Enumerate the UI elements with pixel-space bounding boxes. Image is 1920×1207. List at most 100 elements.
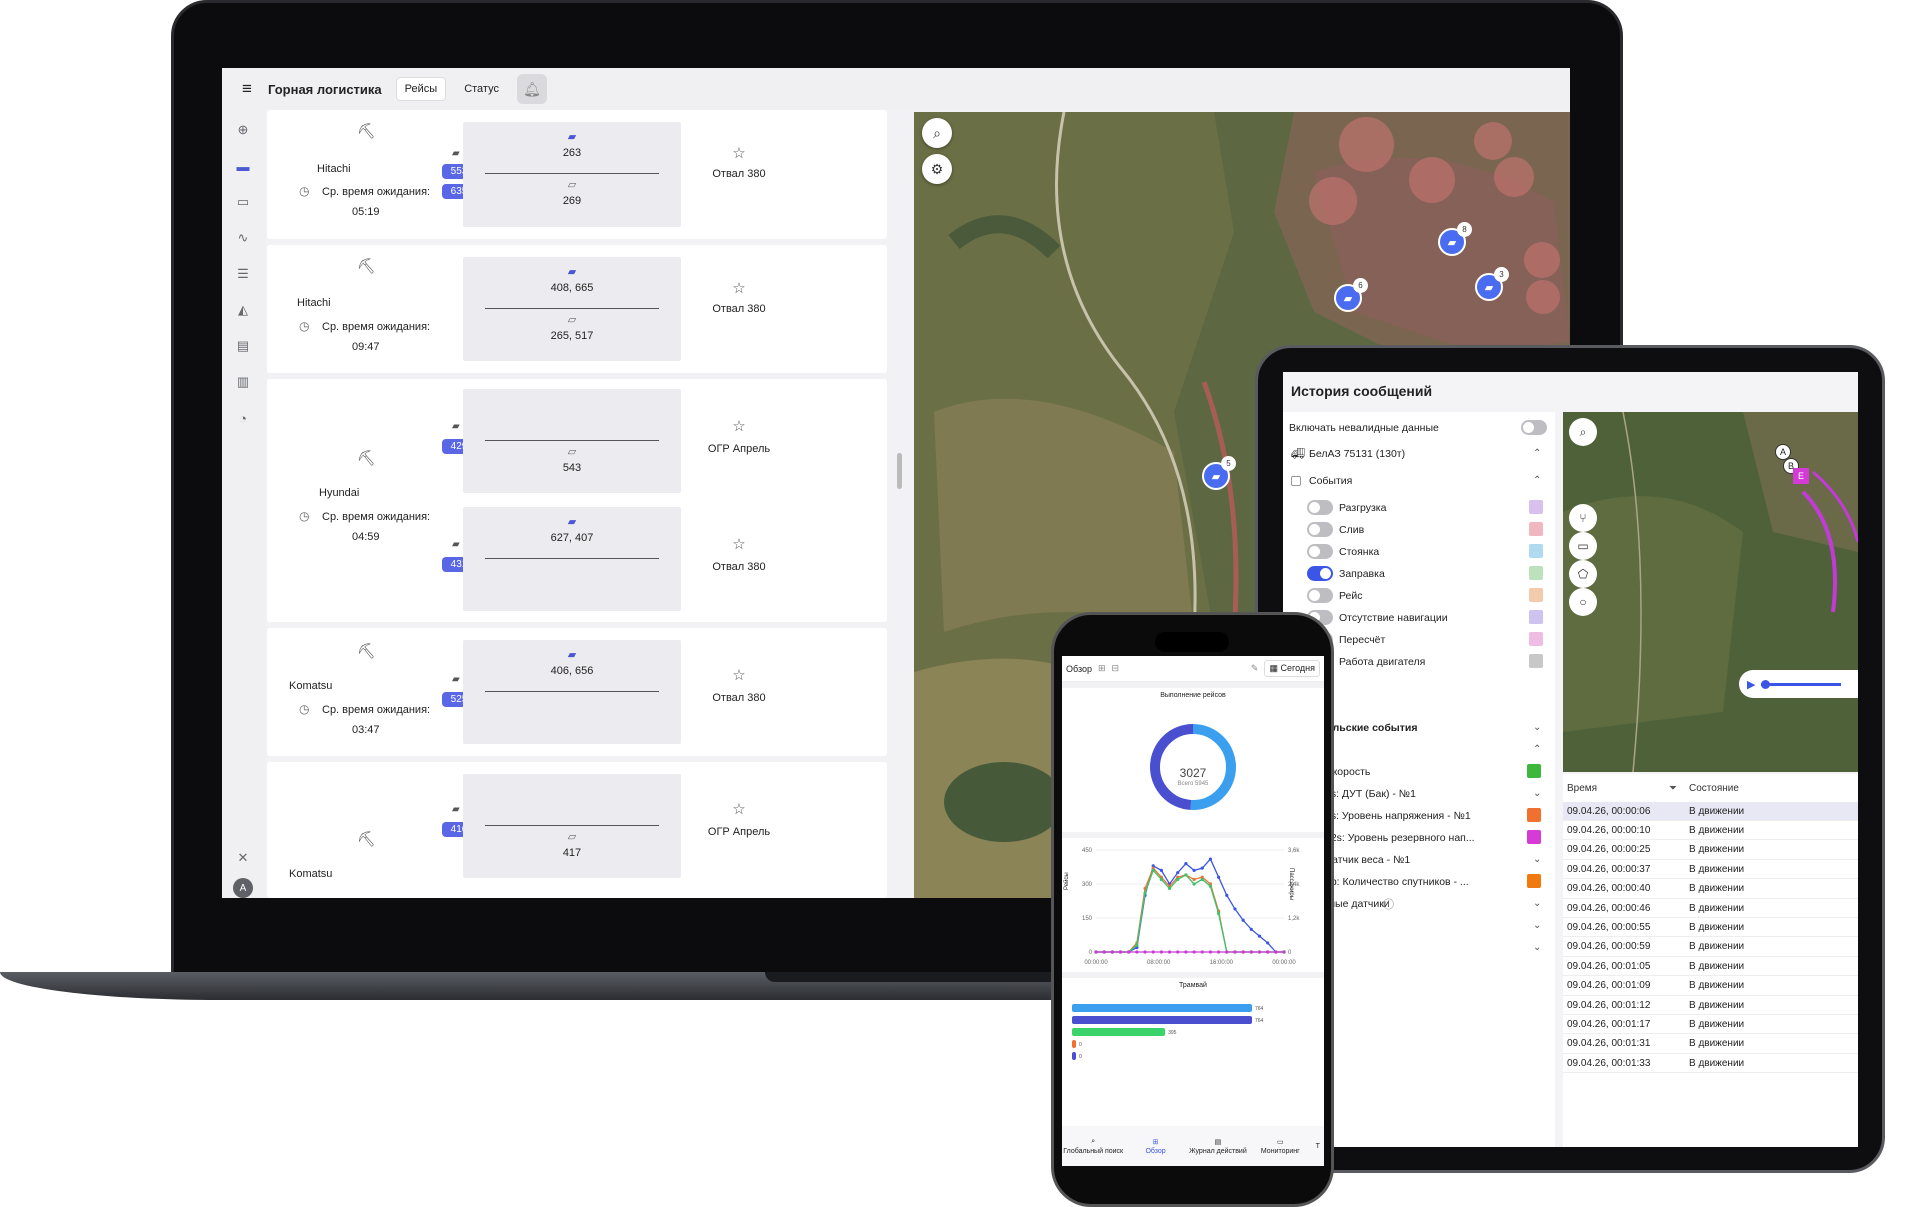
vehicle-marker[interactable]: ▰ 5 <box>1202 456 1236 490</box>
vehicle-marker[interactable]: ▰ 6 <box>1334 278 1368 312</box>
event-color-swatch[interactable] <box>1529 654 1543 668</box>
monitor-icon[interactable]: ▭ <box>233 192 253 212</box>
event-toggle[interactable] <box>1307 500 1333 515</box>
star-icon[interactable]: ☆ <box>729 666 749 684</box>
tab-trips[interactable]: Рейсы <box>395 77 447 101</box>
event-toggle[interactable] <box>1307 566 1333 581</box>
route-icon[interactable]: ∿ <box>233 228 253 248</box>
chevron-up-icon[interactable]: ⌃ <box>1533 448 1541 459</box>
polygon-tool-icon[interactable]: ⬠ <box>1569 560 1597 588</box>
nav-global-search[interactable]: ⌕ Глобальный поиск <box>1062 1126 1124 1166</box>
panel-resize-handle[interactable] <box>897 453 902 489</box>
nav-overview[interactable]: ⊞ Обзор <box>1124 1126 1186 1166</box>
nav-action-log[interactable]: ▤ Журнал действий <box>1187 1126 1249 1166</box>
event-color-swatch[interactable] <box>1529 632 1543 646</box>
star-icon[interactable]: ☆ <box>729 800 749 818</box>
events-checkbox[interactable] <box>1291 475 1301 486</box>
map-view-icon[interactable]: ⊟ <box>1112 663 1120 674</box>
truck-icon[interactable]: ▬ <box>233 156 253 176</box>
nav-more[interactable]: Т <box>1312 1126 1324 1166</box>
tablet-map[interactable]: ⌕ ⑂ ▭ ⬠ ○ A B E ▶ <box>1563 412 1858 772</box>
speedometer-icon[interactable]: ◔ <box>233 408 253 428</box>
chevron-down-icon[interactable]: ⌄ <box>1533 942 1541 953</box>
chevron-down-icon[interactable]: ⌄ <box>1533 898 1541 909</box>
event-color-swatch[interactable] <box>1529 588 1543 602</box>
table-row[interactable]: 09.04.26, 00:01:17 В движении <box>1563 1015 1858 1035</box>
date-picker[interactable]: ▦ Сегодня <box>1264 660 1320 677</box>
excavator-card[interactable]: ⛏ Komatsu ▰ 416 ▱ 417 ☆ ОГР Апрель <box>267 762 887 898</box>
table-row[interactable]: 09.04.26, 00:00:25 В движении <box>1563 841 1858 860</box>
events-group-row[interactable]: События ⌃ <box>1283 467 1555 494</box>
filter-icon[interactable]: ⏷ <box>1669 774 1677 802</box>
playback-control[interactable]: ▶ <box>1739 670 1858 698</box>
sensor-color-swatch[interactable] <box>1527 764 1541 778</box>
vehicle-marker[interactable]: ▰ 3 <box>1475 267 1509 301</box>
invalid-data-toggle[interactable] <box>1521 420 1547 435</box>
tab-overview[interactable]: Обзор <box>1066 664 1092 674</box>
event-color-swatch[interactable] <box>1529 544 1543 558</box>
star-icon[interactable]: ☆ <box>729 279 749 297</box>
map-search-icon[interactable]: ⌕ <box>1569 418 1597 446</box>
circle-tool-icon[interactable]: ○ <box>1569 588 1597 616</box>
menu-icon[interactable]: ≡ <box>236 79 258 99</box>
point-e-marker[interactable]: E <box>1793 468 1809 484</box>
vehicle-marker[interactable]: ▰ 8 <box>1438 222 1472 256</box>
avatar[interactable]: A <box>233 878 253 898</box>
chevron-down-icon[interactable]: ⌄ <box>1533 788 1541 799</box>
help-icon[interactable]: ⓘ <box>1383 896 1394 912</box>
star-icon[interactable]: ☆ <box>729 417 749 435</box>
sensor-color-swatch[interactable] <box>1527 874 1541 888</box>
play-icon[interactable]: ▶ <box>1747 678 1755 691</box>
table-row[interactable]: 09.04.26, 00:00:37 В движении <box>1563 860 1858 880</box>
map-settings-gear-icon[interactable]: ⚙ <box>922 154 952 184</box>
table-row[interactable]: 09.04.26, 00:00:06 В движении <box>1563 802 1858 821</box>
table-row[interactable]: 09.04.26, 00:01:31 В движении <box>1563 1035 1858 1054</box>
chevron-down-icon[interactable]: ⌄ <box>1533 920 1541 931</box>
sensor-color-swatch[interactable] <box>1527 808 1541 822</box>
excavator-card[interactable]: ⛏ Hyundai ◷ Ср. время ожидания: 04:59 ▰ … <box>267 379 887 622</box>
excavator-card[interactable]: ⛏ Komatsu ◷ Ср. время ожидания: 03:47 ▰ … <box>267 628 887 756</box>
nav-monitoring[interactable]: ▭ Мониторинг <box>1249 1126 1311 1166</box>
chevron-up-icon[interactable]: ⌃ <box>1533 475 1541 486</box>
event-color-swatch[interactable] <box>1529 500 1543 514</box>
rectangle-tool-icon[interactable]: ▭ <box>1569 532 1597 560</box>
tools-icon[interactable]: ✕ <box>233 848 253 868</box>
bell-icon[interactable]: 🔔︎ <box>516 74 547 104</box>
table-row[interactable]: 09.04.26, 00:01:09 В движении <box>1563 977 1858 996</box>
invalid-data-row[interactable]: Включать невалидные данные <box>1283 414 1555 441</box>
tab-status[interactable]: Статус <box>456 78 507 100</box>
chevron-down-icon[interactable]: ⌄ <box>1533 722 1541 733</box>
event-toggle[interactable] <box>1307 522 1333 537</box>
route-tool-icon[interactable]: ⑂ <box>1569 504 1597 532</box>
table-row[interactable]: 09.04.26, 00:00:40 В движении <box>1563 880 1858 899</box>
playback-slider[interactable] <box>1761 679 1842 689</box>
list-icon[interactable]: ☰ <box>233 264 253 284</box>
chevron-up-icon[interactable]: ⌃ <box>1533 744 1541 755</box>
event-toggle[interactable] <box>1307 544 1333 559</box>
table-row[interactable]: 09.04.26, 00:01:05 В движении <box>1563 957 1858 977</box>
event-color-swatch[interactable] <box>1529 566 1543 580</box>
map-search-icon[interactable]: ⌕ <box>922 118 952 148</box>
edit-icon[interactable]: ✎ <box>1251 663 1259 674</box>
table-row[interactable]: 09.04.26, 00:00:55 В движении <box>1563 918 1858 938</box>
table-row[interactable]: 09.04.26, 00:01:12 В движении <box>1563 996 1858 1015</box>
excavator-card[interactable]: ⛏ Hitachi ◷ Ср. время ожидания: 05:19 ▰ … <box>267 110 887 239</box>
document-icon[interactable]: ▤ <box>233 336 253 356</box>
vehicle-row[interactable]: 🚚︎ БелАЗ 75131 (130т) ⌃ <box>1283 440 1555 467</box>
chart-icon[interactable]: ◭ <box>233 300 253 320</box>
table-row[interactable]: 09.04.26, 00:00:10 В движении <box>1563 821 1858 841</box>
star-icon[interactable]: ☆ <box>729 144 749 162</box>
table-row[interactable]: 09.04.26, 00:01:33 В движении <box>1563 1054 1858 1074</box>
grid-view-icon[interactable]: ⊞ <box>1098 663 1106 674</box>
clipboard-icon[interactable]: ▥ <box>233 372 253 392</box>
chevron-down-icon[interactable]: ⌄ <box>1533 854 1541 865</box>
column-header-state[interactable]: Состояние <box>1689 774 1739 802</box>
table-row[interactable]: 09.04.26, 00:00:46 В движении <box>1563 899 1858 918</box>
star-icon[interactable]: ☆ <box>729 535 749 553</box>
event-color-swatch[interactable] <box>1529 522 1543 536</box>
event-color-swatch[interactable] <box>1529 610 1543 624</box>
column-header-time[interactable]: Время <box>1567 774 1597 802</box>
search-globe-icon[interactable]: ⊕ <box>233 120 253 140</box>
event-toggle[interactable] <box>1307 588 1333 603</box>
table-row[interactable]: 09.04.26, 00:00:59 В движении <box>1563 938 1858 957</box>
